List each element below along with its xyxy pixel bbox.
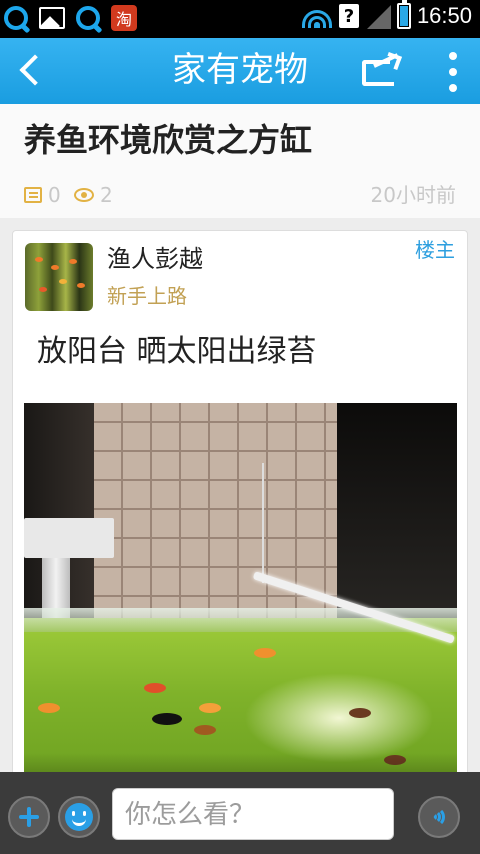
- share-icon[interactable]: [360, 52, 402, 90]
- signal-icon: [365, 3, 391, 29]
- wifi-icon: [301, 4, 333, 28]
- post-card: 渔人彭越 新手上路 楼主 放阳台 晒太阳出绿苔: [12, 230, 468, 854]
- avatar[interactable]: [25, 243, 93, 311]
- page-title: 家有宠物: [172, 50, 308, 90]
- post-title: 养鱼环境欣赏之方缸: [24, 121, 313, 159]
- add-button[interactable]: [8, 796, 50, 838]
- unknown-network-icon: ?: [338, 4, 359, 28]
- author-level: 新手上路: [107, 284, 187, 308]
- comment-input[interactable]: 你怎么看？: [112, 788, 394, 840]
- battery-icon: [396, 0, 411, 29]
- emoji-button[interactable]: [58, 796, 100, 838]
- qq-icon: [2, 4, 30, 32]
- author-name[interactable]: 渔人彭越: [107, 241, 203, 277]
- more-vertical-icon[interactable]: [448, 52, 458, 92]
- gallery-icon: [38, 4, 66, 32]
- taobao-icon: 淘: [110, 4, 138, 32]
- comment-count: 0: [24, 180, 61, 210]
- voice-button[interactable]: [418, 796, 460, 838]
- post-photo[interactable]: [24, 403, 457, 783]
- comment-icon: [24, 187, 42, 203]
- plus-icon: [19, 807, 39, 827]
- op-tag: 楼主: [415, 238, 455, 262]
- app-bar: 家有宠物: [0, 38, 480, 104]
- post-body: 放阳台 晒太阳出绿苔: [37, 334, 317, 369]
- post-time: 20小时前: [370, 183, 456, 207]
- status-bar: 淘 ? 16:50: [0, 0, 480, 38]
- system-indicators: ? 16:50: [301, 0, 472, 29]
- comment-bar: 你怎么看？: [0, 772, 480, 854]
- comment-count-value: 0: [48, 183, 61, 207]
- eye-icon: [74, 188, 94, 202]
- qq-icon: [74, 4, 102, 32]
- smile-icon: [65, 803, 93, 831]
- view-count-value: 2: [100, 183, 113, 207]
- clock: 16:50: [416, 3, 472, 28]
- view-count: 2: [74, 180, 113, 210]
- voice-icon: [427, 805, 451, 829]
- notification-icons: 淘: [0, 4, 138, 32]
